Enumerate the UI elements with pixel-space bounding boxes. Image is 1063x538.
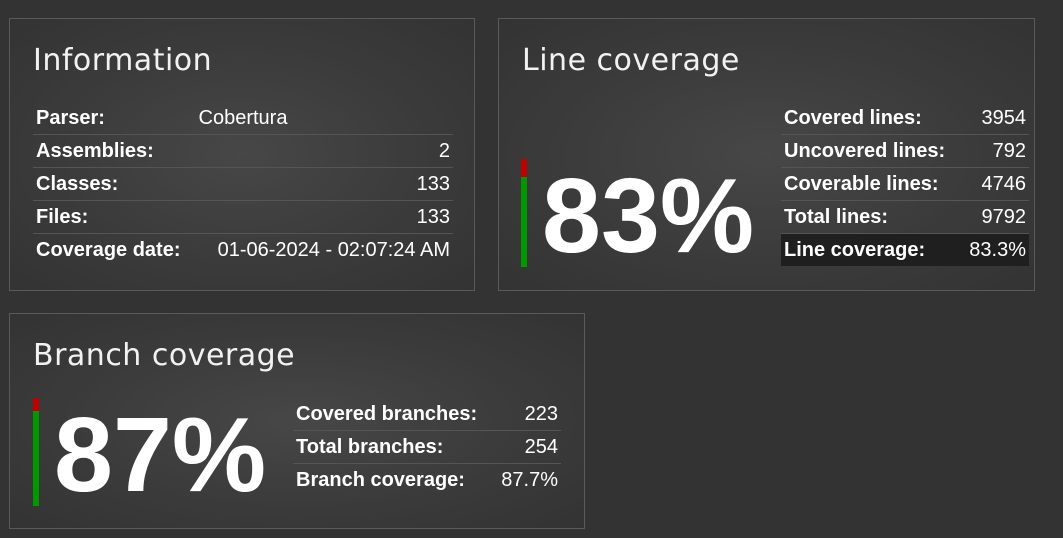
- branch-coverage-value: 87.7%: [501, 468, 558, 491]
- table-row: Coverable lines: 4746: [781, 167, 1029, 201]
- table-row: Files: 133: [33, 200, 453, 234]
- total-lines-label: Total lines:: [781, 200, 962, 234]
- covered-branches-label: Covered branches:: [293, 398, 494, 431]
- information-title: Information: [33, 43, 213, 78]
- total-lines-value: 9792: [961, 200, 1029, 234]
- line-coverage-table: Covered lines: 3954 Uncovered lines: 792…: [781, 102, 1029, 266]
- uncovered-lines-value: 792: [961, 134, 1029, 168]
- table-row: Total branches: 254: [293, 430, 561, 464]
- table-row: Uncovered lines: 792: [781, 134, 1029, 168]
- branch-coverage-label: Branch coverage:: [296, 468, 465, 491]
- parser-label: Parser:: [33, 102, 196, 135]
- table-row: Covered lines: 3954: [781, 102, 1029, 135]
- assemblies-label: Assemblies:: [33, 134, 196, 168]
- coverage-date-label: Coverage date:: [36, 238, 181, 261]
- table-row: Parser: Cobertura: [33, 102, 453, 135]
- covered-lines-label: Covered lines:: [781, 102, 962, 135]
- classes-value: 133: [195, 167, 453, 201]
- branch-coverage-bar-fill: [33, 411, 39, 506]
- files-value: 133: [195, 200, 453, 234]
- table-row: Coverage date: 01-06-2024 - 02:07:24 AM: [33, 234, 453, 267]
- line-coverage-percent: 83%: [542, 157, 755, 275]
- coverable-lines-value: 4746: [961, 167, 1029, 201]
- information-card: Information Parser: Cobertura Assemblies…: [9, 18, 475, 291]
- table-row: Branch coverage: 87.7%: [293, 464, 561, 497]
- line-coverage-bar-fill: [521, 177, 527, 267]
- line-coverage-card: Line coverage 83% Covered lines: 3954 Un…: [498, 18, 1035, 291]
- table-row: Line coverage: 83.3%: [781, 233, 1029, 266]
- parser-value: Cobertura: [195, 102, 453, 135]
- line-coverage-bar: [521, 159, 527, 267]
- branch-coverage-bar: [33, 398, 39, 506]
- table-row: Assemblies: 2: [33, 134, 453, 168]
- total-branches-label: Total branches:: [293, 430, 494, 464]
- branch-coverage-percent: 87%: [54, 396, 267, 514]
- covered-lines-value: 3954: [961, 102, 1029, 135]
- assemblies-value: 2: [195, 134, 453, 168]
- line-coverage-title: Line coverage: [522, 43, 740, 78]
- information-table: Parser: Cobertura Assemblies: 2 Classes:…: [33, 102, 453, 266]
- table-row: Total lines: 9792: [781, 200, 1029, 234]
- line-coverage-value: 83.3%: [961, 233, 1029, 266]
- table-row: Covered branches: 223: [293, 398, 561, 431]
- branch-coverage-card: Branch coverage 87% Covered branches: 22…: [9, 313, 585, 529]
- line-coverage-label: Line coverage:: [781, 233, 962, 266]
- covered-branches-value: 223: [493, 398, 561, 431]
- files-label: Files:: [33, 200, 196, 234]
- table-row: Classes: 133: [33, 167, 453, 201]
- classes-label: Classes:: [33, 167, 196, 201]
- branch-coverage-table: Covered branches: 223 Total branches: 25…: [293, 398, 561, 496]
- uncovered-lines-label: Uncovered lines:: [781, 134, 962, 168]
- coverable-lines-label: Coverable lines:: [781, 167, 962, 201]
- coverage-date-value: 01-06-2024 - 02:07:24 AM: [217, 238, 450, 261]
- total-branches-value: 254: [493, 430, 561, 464]
- branch-coverage-title: Branch coverage: [33, 338, 296, 373]
